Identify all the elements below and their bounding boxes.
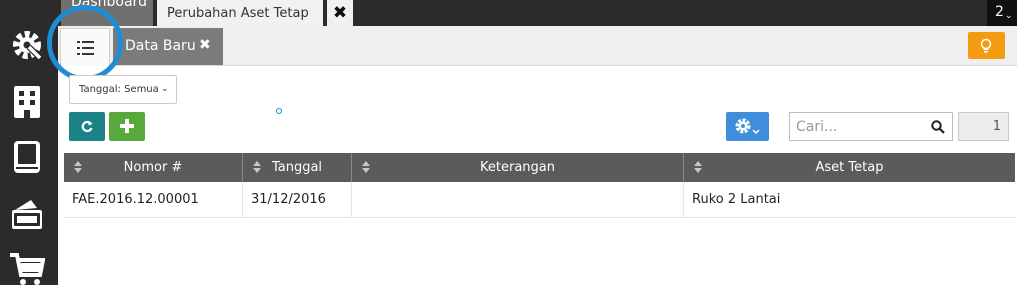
tips-button[interactable] [968,32,1005,59]
date-filter-label: Tanggal: Semua [79,84,159,95]
open-tabs-counter[interactable]: 2 ⌄ [987,0,1017,26]
plus-icon [120,119,134,133]
refresh-button[interactable] [69,112,105,141]
sub-tab-bar: Data Baru ✖ [58,26,1017,66]
top-tab-strip: Dashboard Perubahan Aset Tetap ✖ 2 ⌄ [58,0,1017,26]
settings-dropdown-button[interactable] [726,112,769,141]
tab-data-baru-label: Data Baru [125,38,196,54]
tab-active-label: Perubahan Aset Tetap [167,6,309,21]
table-header: Nomor # Tanggal Keterangan Aset Tetap [64,153,1015,182]
add-button[interactable] [109,112,145,141]
column-header-nomor[interactable]: Nomor # [64,153,243,182]
column-header-aset-tetap[interactable]: Aset Tetap [684,153,1015,182]
building-icon[interactable] [9,84,45,120]
cell-aset-tetap: Ruko 2 Lantai [692,192,781,207]
tab-count: 2 [995,4,1004,20]
tab-dashboard-label: Dashboard [71,0,147,10]
close-tab-icon[interactable]: ✖ [327,0,353,26]
tab-perubahan-aset-tetap[interactable]: Perubahan Aset Tetap [157,0,323,26]
tab-data-baru[interactable]: Data Baru ✖ [113,28,223,65]
gear-icon [735,118,760,135]
tab-dashboard[interactable]: Dashboard [61,0,153,26]
refresh-icon [81,120,93,133]
chevron-down-icon: ⌄ [161,84,169,94]
list-icon [77,41,94,55]
close-icon[interactable]: ✖ [199,37,211,53]
column-header-keterangan[interactable]: Keterangan [352,153,684,182]
wallet-icon[interactable] [9,196,45,232]
column-header-tanggal[interactable]: Tanggal [243,153,352,182]
chevron-down-icon: ⌄ [1005,11,1013,21]
page-number-field[interactable]: 1 [958,112,1009,141]
date-filter-dropdown[interactable]: Tanggal: Semua ⌄ [69,75,177,104]
list-view-tab[interactable] [60,28,110,66]
lightbulb-icon [980,38,992,53]
search-icon[interactable] [931,120,945,134]
cart-icon[interactable] [9,251,45,287]
search-box [789,112,953,141]
book-icon[interactable] [9,139,45,175]
gear-wrench-icon[interactable] [9,27,45,63]
left-sidebar [0,0,58,285]
data-table: Nomor # Tanggal Keterangan Aset Tetap FA… [64,153,1015,218]
loading-indicator [274,106,284,116]
search-input[interactable] [790,113,924,140]
cell-keterangan [352,182,684,218]
cell-nomor: FAE.2016.12.00001 [64,182,243,218]
table-row[interactable]: FAE.2016.12.00001 31/12/2016 Ruko 2 Lant… [64,182,1015,218]
cell-tanggal: 31/12/2016 [243,182,352,218]
